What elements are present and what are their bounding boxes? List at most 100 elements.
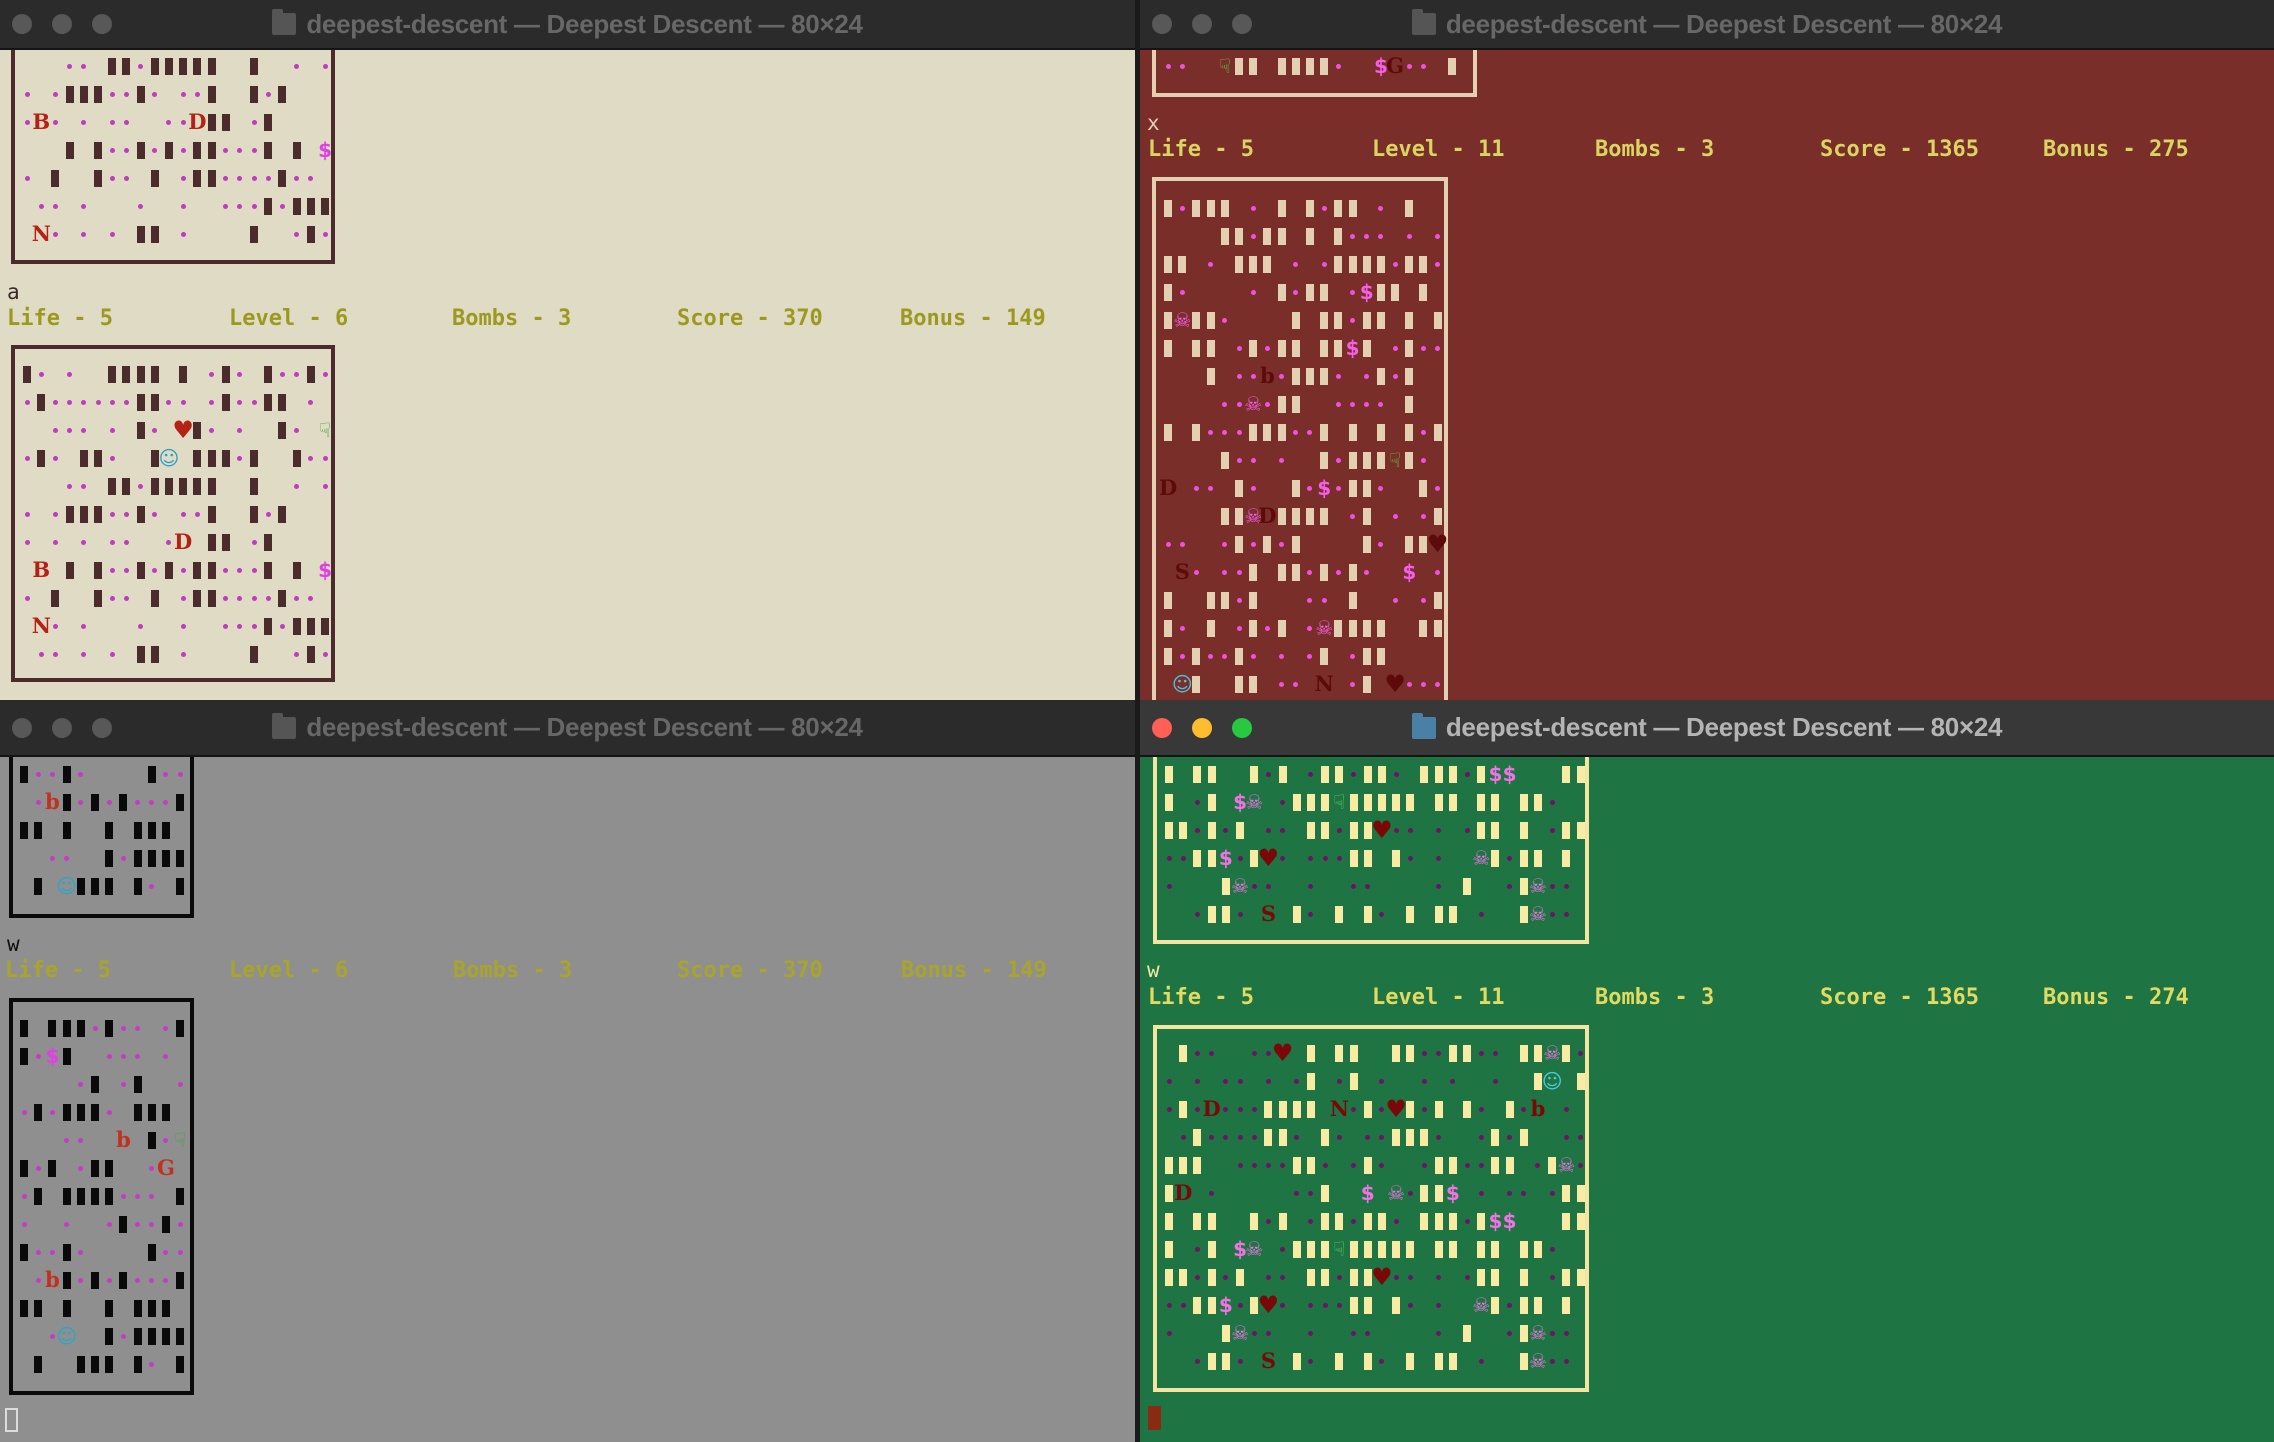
terminal-window-top-left[interactable]: B D $ Na Life - 5 Level - 6 Bombs - 3 Score - 3…: [0, 0, 1135, 700]
wall-block: [34, 821, 43, 839]
wall-block: [1206, 367, 1215, 385]
minimize-button[interactable]: [1192, 717, 1212, 738]
map-cell: [1260, 614, 1274, 642]
wall-block: [62, 1019, 71, 1037]
map-cell: [247, 80, 261, 108]
map-cell: [131, 872, 145, 900]
zoom-button[interactable]: [1232, 717, 1252, 738]
dot: [163, 1137, 169, 1143]
dot: [24, 91, 30, 97]
terminal-content[interactable]: b ☺ w Life - 5 Level - 6 Bombs - 3 Score - 370…: [0, 700, 1135, 1442]
terminal-content[interactable]: $ $ $ ☠ ☟ ♥ $ ♥ ☠ ☠ ☠ S ☠ w Life - 5 Level - 11 Bombs - …: [1140, 700, 2274, 1442]
map-cell: [304, 556, 318, 584]
map-cell: [1275, 52, 1289, 80]
map-cell: [219, 136, 233, 164]
terminal-window-bottom-right[interactable]: $ $ $ ☠ ☟ ♥ $ ♥ ☠ ☠ ☠ S ☠ w Life - 5 Level - 11 Bombs - …: [1140, 700, 2274, 1442]
wall-block: [76, 1103, 85, 1121]
map-cell: [1389, 844, 1403, 872]
wall-block: [1277, 227, 1286, 245]
wall-block: [1335, 1212, 1344, 1230]
map-cell: [1345, 474, 1359, 502]
zoom-button[interactable]: [92, 717, 112, 738]
map-cell: [1388, 586, 1402, 614]
terminal-content[interactable]: ☟ $ Gx Life - 5 Level - 11 Bombs - 3 Score - 1…: [1140, 0, 2274, 700]
status-value: 3: [1700, 137, 1715, 162]
map-cell: D: [1203, 1095, 1221, 1123]
title-bar[interactable]: deepest-descent — Deepest Descent — 80×2…: [0, 0, 1135, 50]
map-cell: [1346, 788, 1360, 816]
close-button[interactable]: [12, 14, 32, 34]
terminal-window-bottom-left[interactable]: b ☺ w Life - 5 Level - 6 Bombs - 3 Score - 370…: [0, 700, 1135, 1442]
dot: [1436, 1050, 1442, 1056]
title-bar[interactable]: deepest-descent — Deepest Descent — 80×2…: [1140, 0, 2274, 50]
map-cell: [1374, 446, 1388, 474]
minimize-button[interactable]: [52, 717, 72, 738]
dot: [1549, 799, 1555, 805]
map-cell: [1375, 1235, 1389, 1263]
minimize-button[interactable]: [52, 14, 72, 34]
map-row: $: [20, 136, 332, 164]
dot: [1563, 883, 1569, 889]
zoom-button[interactable]: [92, 14, 112, 34]
map-cell: [1205, 1207, 1219, 1235]
map-cell: [1531, 1123, 1545, 1151]
map-cell: [1304, 1151, 1318, 1179]
map-cell: $: [1402, 558, 1416, 586]
map-cell: [1389, 1347, 1403, 1375]
close-button[interactable]: [12, 717, 32, 738]
wall-block: [1320, 451, 1329, 469]
map-cell: $: [318, 136, 332, 164]
zoom-button[interactable]: [1232, 14, 1252, 34]
map-cell: [45, 1126, 59, 1154]
status-life: Life - 5: [7, 305, 113, 333]
title-bar[interactable]: deepest-descent — Deepest Descent — 80×2…: [1140, 700, 2274, 757]
dot: [52, 427, 58, 433]
dot: [1420, 597, 1426, 603]
map-cell: [131, 1266, 145, 1294]
dot: [251, 119, 257, 125]
wall-block: [1349, 1268, 1358, 1286]
map-cell: [1304, 1347, 1318, 1375]
dot: [1222, 569, 1228, 575]
wall-block: [161, 849, 170, 867]
wall-block: [1236, 1268, 1245, 1286]
dot: [1165, 541, 1171, 547]
dot: [1251, 883, 1257, 889]
map-cell: [1517, 760, 1531, 788]
map-cell: [233, 164, 247, 192]
wall-block: [264, 533, 273, 551]
terminal-content[interactable]: B D $ Na Life - 5 Level - 6 Bombs - 3 Score - 3…: [0, 0, 1135, 700]
dot: [1351, 1162, 1357, 1168]
wall-block: [136, 85, 145, 103]
map-cell: [1559, 1319, 1573, 1347]
close-button[interactable]: [1152, 14, 1172, 34]
dot: [1293, 681, 1299, 687]
close-button[interactable]: [1152, 717, 1172, 738]
map-cell: [1488, 1347, 1502, 1375]
map-cell: [20, 52, 34, 80]
map-cell: [74, 1322, 88, 1350]
map-cell: [1360, 222, 1374, 250]
map-cell: [1260, 334, 1274, 362]
map-cell: [1162, 1235, 1176, 1263]
minimize-button[interactable]: [1192, 14, 1212, 34]
map-cell: [31, 1322, 45, 1350]
wall-block: [94, 85, 103, 103]
map-cell: [1189, 502, 1203, 530]
map-cell: [247, 612, 261, 640]
map-cell: [1204, 670, 1218, 698]
map-cell: [1247, 1039, 1261, 1067]
terminal-window-top-right[interactable]: ☟ $ Gx Life - 5 Level - 11 Bombs - 3 Score - 1…: [1140, 0, 2274, 700]
map-cell: [131, 816, 145, 844]
wall-block: [1562, 1184, 1571, 1202]
dot: [1236, 401, 1242, 407]
status-value: 1365: [1925, 985, 1979, 1010]
wall-block: [1505, 1100, 1514, 1118]
status-bonus: Bonus - 149: [901, 957, 1047, 985]
map-cell: [63, 80, 77, 108]
map-cell: ♥: [172, 416, 194, 444]
dot: [1193, 569, 1199, 575]
map-cell: [1317, 418, 1331, 446]
wall-block: [1335, 1352, 1344, 1370]
title-bar[interactable]: deepest-descent — Deepest Descent — 80×2…: [0, 700, 1135, 757]
